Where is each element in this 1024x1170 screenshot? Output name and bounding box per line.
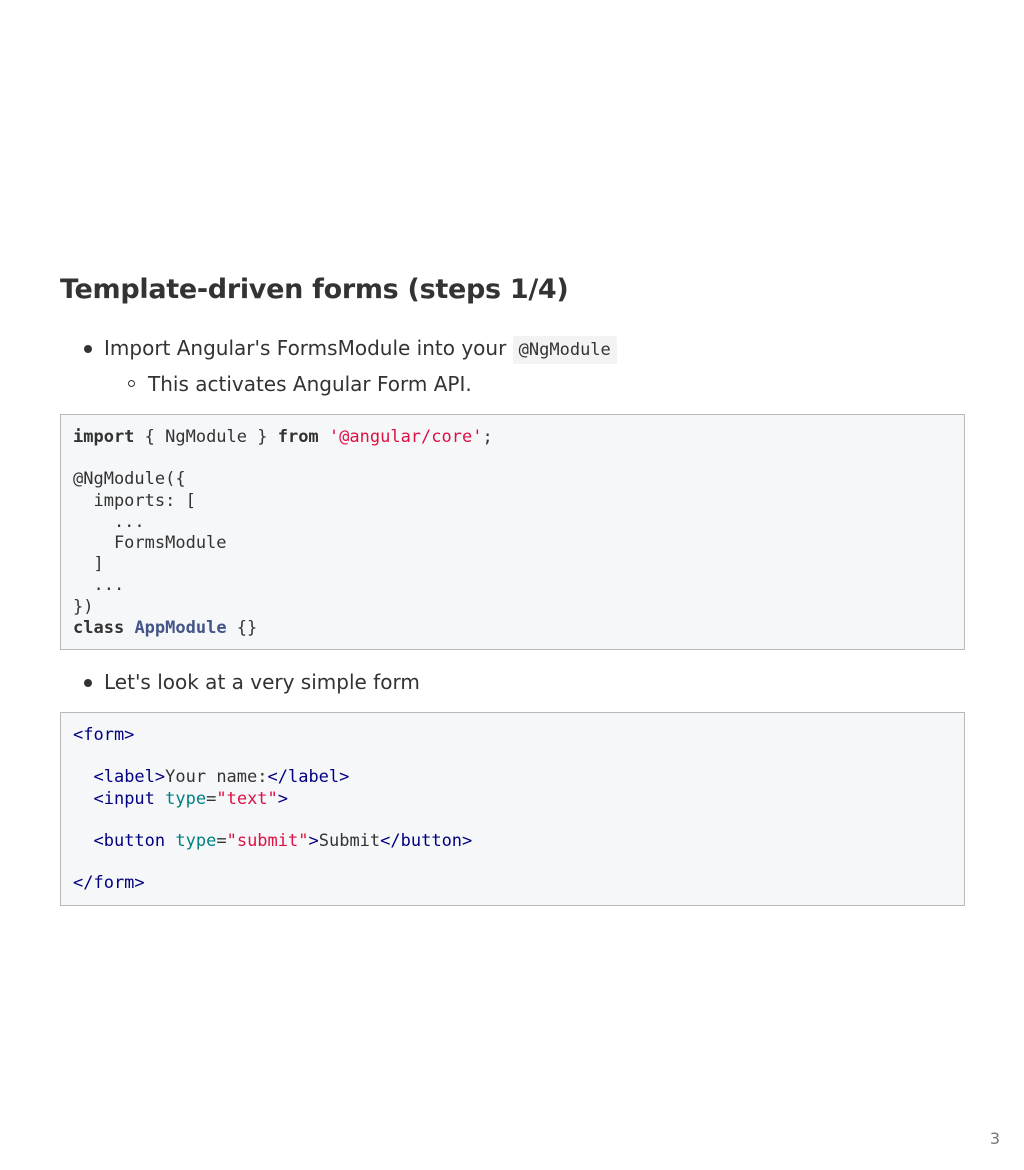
code-block-ngmodule: import { NgModule } from '@angular/core'… [60, 414, 965, 651]
slide-title: Template-driven forms (steps 1/4) [60, 274, 569, 305]
bullet-import-formsmodule: Import Angular's FormsModule into your @… [84, 332, 965, 400]
code-tag: > [308, 831, 319, 852]
code-string: '@angular/core' [328, 427, 483, 447]
code-attr: type [175, 831, 217, 852]
code-string: "submit" [226, 831, 309, 852]
code-line: ] [73, 554, 104, 575]
code-text: {} [226, 617, 258, 638]
code-line: FormsModule [73, 533, 227, 554]
code-tag: <button [93, 831, 166, 852]
inline-code-ngmodule: @NgModule [512, 336, 617, 364]
code-keyword: from [277, 427, 319, 447]
code-text: = [216, 831, 227, 852]
slide: Template-driven forms (steps 1/4) Import… [0, 0, 1024, 1170]
code-attr: type [165, 788, 207, 809]
sub-bullet-activates-api: This activates Angular Form API. [128, 368, 965, 400]
code-line: @NgModule({ [73, 469, 186, 490]
bullet-list: Import Angular's FormsModule into your @… [60, 332, 965, 400]
code-text: Your name: [165, 767, 268, 788]
code-block-form: <form> <label>Your name:</label> <input … [60, 712, 965, 906]
page-number: 3 [989, 1129, 1000, 1148]
code-text: ; [482, 427, 493, 447]
bullet-text: Import Angular's FormsModule into your [104, 336, 513, 360]
code-tag: <form> [73, 725, 135, 746]
code-string: "text" [216, 788, 278, 809]
sub-bullet-list: This activates Angular Form API. [104, 368, 965, 400]
code-keyword: import [73, 427, 135, 447]
code-tag: </form> [73, 873, 145, 894]
code-tag: <input [93, 788, 155, 809]
code-line: imports: [ [73, 490, 196, 511]
code-tag: </button> [380, 831, 473, 852]
code-tag: > [277, 788, 289, 809]
code-text: = [206, 788, 217, 809]
bullet-list-2: Let's look at a very simple form [60, 666, 965, 698]
code-line: ... [73, 575, 125, 596]
code-tag: <label> [93, 767, 166, 788]
code-tag: </label> [267, 767, 350, 788]
code-keyword: class [73, 617, 125, 638]
code-text: { NgModule } [134, 427, 278, 447]
code-class-name: AppModule [134, 617, 227, 638]
code-line: ... [73, 511, 145, 532]
code-line: }) [73, 596, 94, 617]
code-text: Submit [318, 831, 381, 852]
slide-content: Template-driven forms (steps 1/4) Import… [60, 270, 965, 922]
bullet-simple-form: Let's look at a very simple form [84, 666, 965, 698]
